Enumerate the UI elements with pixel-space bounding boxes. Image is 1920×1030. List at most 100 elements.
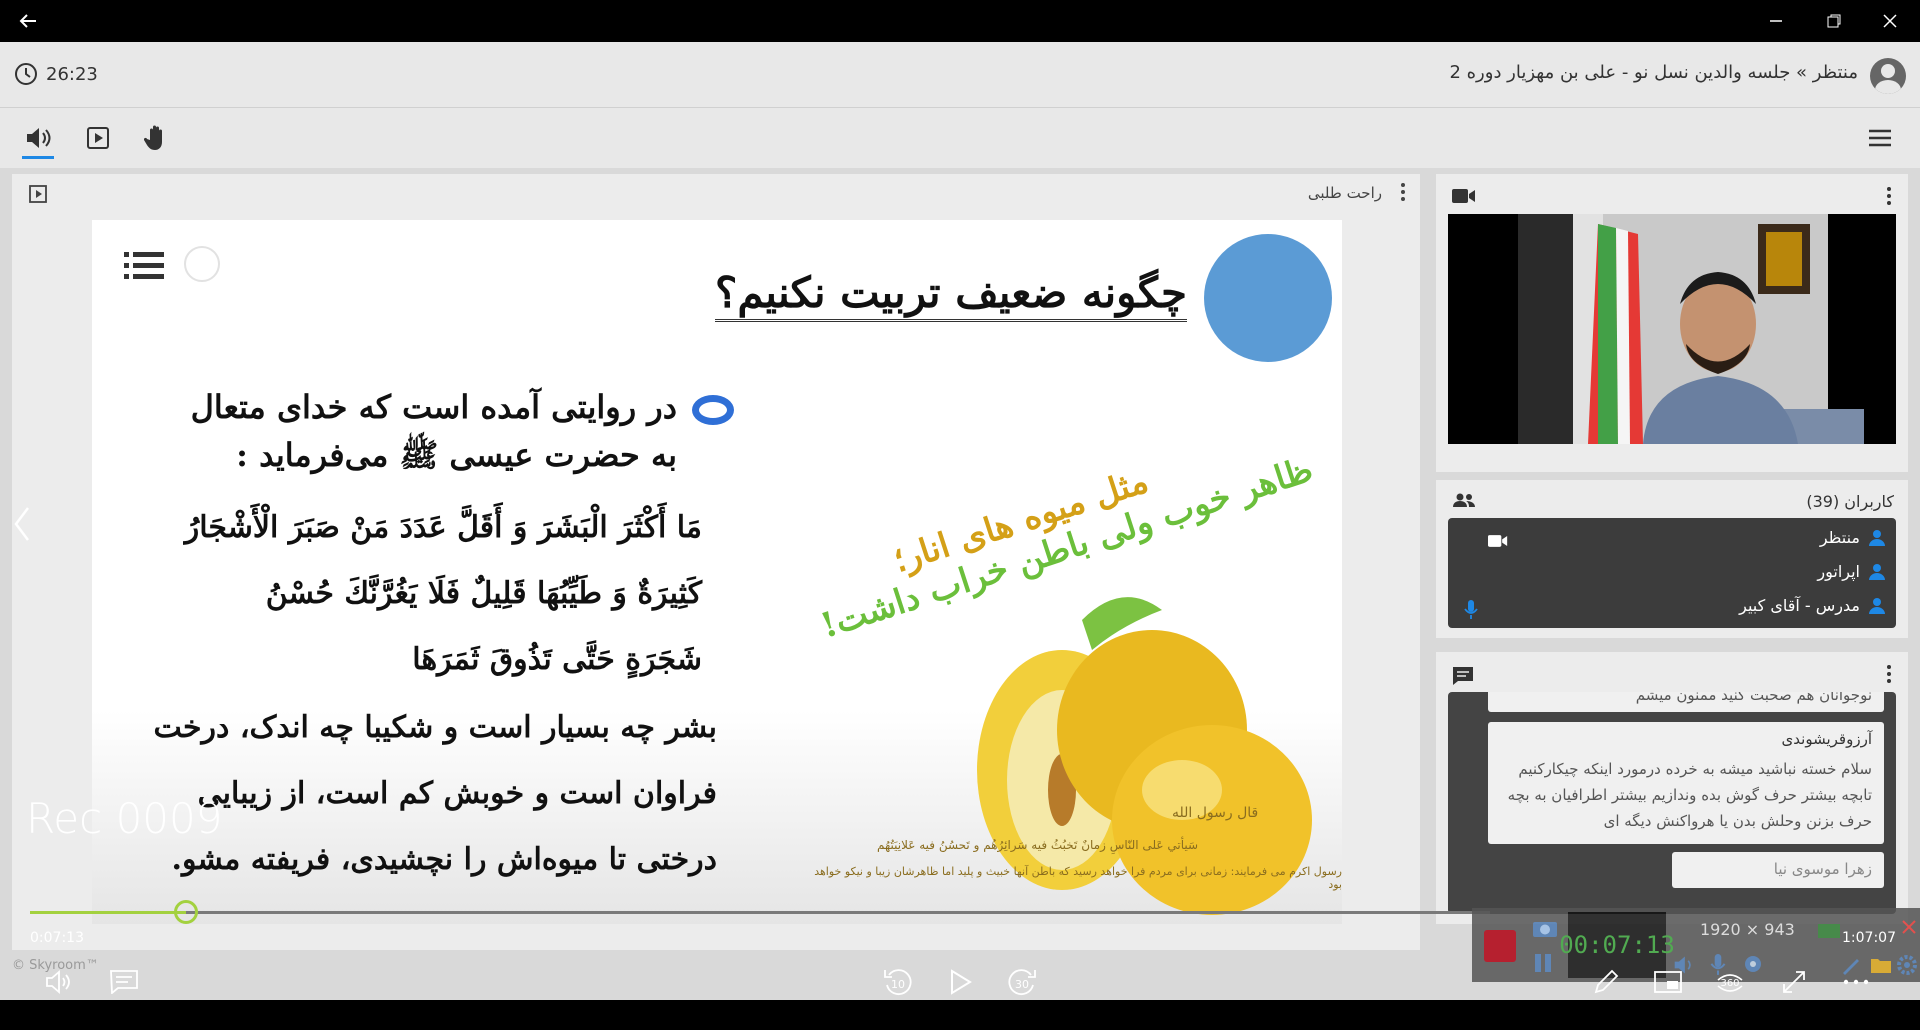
volume-icon (46, 970, 70, 994)
slide-line-8: درختی تا میوه‌اش را نچشیدی، فریفته مشو. (171, 842, 718, 877)
forward-30-icon: 30 (1008, 969, 1036, 995)
chat-messages: نوجوانان هم صحبت کنید ممنون میشم آرزوقری… (1448, 692, 1896, 914)
slide-title: چگونه ضعیف تربیت نکنیم؟ (715, 268, 1187, 322)
toolbar (0, 108, 1920, 168)
user-icon (1869, 597, 1885, 614)
close-icon (1883, 14, 1897, 28)
arrow-left-icon (19, 14, 36, 28)
close-window-button[interactable] (1862, 0, 1918, 42)
users-list: منتظر اپراتور مدرس - آقای کبیر (1448, 518, 1896, 628)
captions-icon (110, 970, 138, 994)
vr-360-icon: 360 (1717, 974, 1743, 992)
presentation-panel: راحت طلبی چگونه ضعیف تربیت نکنیم؟ در روا… (12, 174, 1420, 950)
users-panel: کاربران (39) منتظر اپراتور مدرس - آقای ک… (1436, 480, 1908, 638)
session-timer: 26:23 (14, 62, 98, 86)
pause-icon[interactable] (1532, 952, 1554, 974)
media-button[interactable] (80, 122, 116, 154)
presentation-icon (29, 185, 47, 203)
subtitles-button[interactable] (104, 962, 144, 1002)
user-item-montazer[interactable]: منتظر (1820, 528, 1886, 547)
chat-message: آرزوقریشوندی سلام خسته نباشید میشه به خر… (1488, 722, 1884, 844)
restore-button[interactable] (1806, 0, 1862, 42)
slide-line-2: به حضرت عیسی ﷺ می‌فرماید : (236, 436, 677, 474)
more-vertical-icon[interactable] (1886, 664, 1892, 684)
skip-forward-button[interactable]: 30 (1002, 962, 1042, 1002)
skip-back-label: 10 (891, 978, 905, 991)
player-bottom-bar (0, 1000, 1920, 1030)
chat-message-author: زهرا موسوی نیا (1773, 860, 1872, 878)
close-icon[interactable] (1902, 920, 1916, 934)
vr-360-button[interactable]: 360 (1710, 962, 1750, 1002)
chat-message-text: سلام خسته نباشید میشه به خرده درمورد این… (1507, 760, 1872, 830)
camera-icon (1452, 189, 1475, 203)
volume-button[interactable] (40, 962, 80, 1002)
active-tab-indicator (22, 156, 54, 159)
more-options-button[interactable] (1836, 962, 1876, 1002)
presentation-slide: چگونه ضعیف تربیت نکنیم؟ در روایتی آمده ا… (92, 220, 1342, 924)
more-horizontal-icon (1843, 979, 1869, 985)
slide-menu-icon (124, 252, 164, 279)
gear-icon[interactable] (1896, 954, 1918, 976)
skip-back-button[interactable]: 10 (878, 962, 918, 1002)
main-menu-button[interactable] (1862, 122, 1898, 154)
slide-quote-arabic: سَيأتي عَلى النّاسِ زمانٌ تَخبُثُ فيه سَ… (877, 838, 1199, 852)
speaker-icon (27, 128, 51, 148)
slide-quote-persian: رسول اکرم می فرمایند: زمانی برای مردم فر… (814, 865, 1342, 891)
slide-line-3: مَا أَكْثَرَ الْبَشَرَ وَ أَقَلَّ عَدَدَ… (184, 510, 702, 545)
user-item-teacher[interactable]: مدرس - آقای کبیر (1739, 596, 1886, 615)
recorder-green-indicator (1818, 924, 1840, 938)
chat-message-author: آرزوقریشوندی (1781, 730, 1872, 748)
camera-icon (1488, 535, 1508, 547)
chat-icon (1453, 667, 1473, 685)
pencil-icon (1594, 969, 1619, 994)
play-button[interactable] (940, 962, 980, 1002)
user-name: مدرس - آقای کبیر (1739, 596, 1860, 615)
chevron-left-icon[interactable] (12, 504, 32, 544)
video-frame (1518, 214, 1864, 444)
slide-blue-circle (1204, 234, 1332, 362)
slide-line-5: شَجَرَةٍ حَتَّى تَذُوقَ ثَمَرَهَا (412, 642, 702, 677)
chat-message-text: نوجوانان هم صحبت کنید ممنون میشم (1635, 692, 1872, 704)
user-item-operator[interactable]: اپراتور (1817, 562, 1886, 581)
raise-hand-button[interactable] (138, 122, 174, 154)
user-name: منتظر (1819, 528, 1860, 547)
slide-bullet-icon (692, 395, 734, 425)
slide-logo-icon (184, 246, 220, 282)
expand-icon (1783, 971, 1805, 993)
room-title: منتظر » جلسه والدین نسل نو - علی بن مهزی… (1449, 62, 1858, 83)
back-button[interactable] (0, 0, 56, 42)
more-vertical-icon[interactable] (1886, 186, 1892, 206)
hand-icon (144, 125, 162, 150)
minimize-button[interactable] (1748, 0, 1804, 42)
vr-360-label: 360 (1720, 978, 1739, 989)
fullscreen-button[interactable] (1774, 962, 1814, 1002)
restore-icon (1827, 14, 1841, 28)
microphone-icon (1464, 600, 1478, 619)
user-icon (1869, 563, 1885, 580)
draw-button[interactable] (1586, 962, 1626, 1002)
record-stop-button[interactable] (1484, 930, 1516, 962)
users-group-icon (1453, 493, 1475, 507)
chat-message: نوجوانان هم صحبت کنید ممنون میشم (1488, 692, 1884, 712)
sound-button[interactable] (20, 122, 56, 154)
pip-icon (1654, 971, 1682, 993)
avatar[interactable] (1870, 58, 1906, 94)
camera-snapshot-icon[interactable] (1532, 918, 1558, 938)
video-panel (1436, 174, 1908, 472)
total-time: 1:07:07 (1842, 930, 1896, 946)
users-title: کاربران (39) (1806, 492, 1894, 511)
hamburger-icon (1869, 129, 1891, 147)
recording-label: Rec 0009 (26, 794, 223, 843)
skip-forward-label: 30 (1015, 978, 1029, 991)
progress-fill (30, 911, 187, 914)
clock-icon (15, 63, 37, 85)
user-name: اپراتور (1817, 562, 1860, 581)
minimize-icon (1770, 20, 1782, 22)
more-vertical-icon[interactable] (1400, 182, 1406, 202)
slide-line-1: در روایتی آمده است که خدای متعال (190, 388, 677, 426)
play-box-icon (87, 127, 109, 149)
picture-in-picture-button[interactable] (1648, 962, 1688, 1002)
app-header: 26:23 منتظر » جلسه والدین نسل نو - علی ب… (0, 42, 1920, 108)
progress-track[interactable] (30, 911, 1490, 914)
main-area: راحت طلبی چگونه ضعیف تربیت نکنیم؟ در روا… (0, 168, 1920, 1000)
